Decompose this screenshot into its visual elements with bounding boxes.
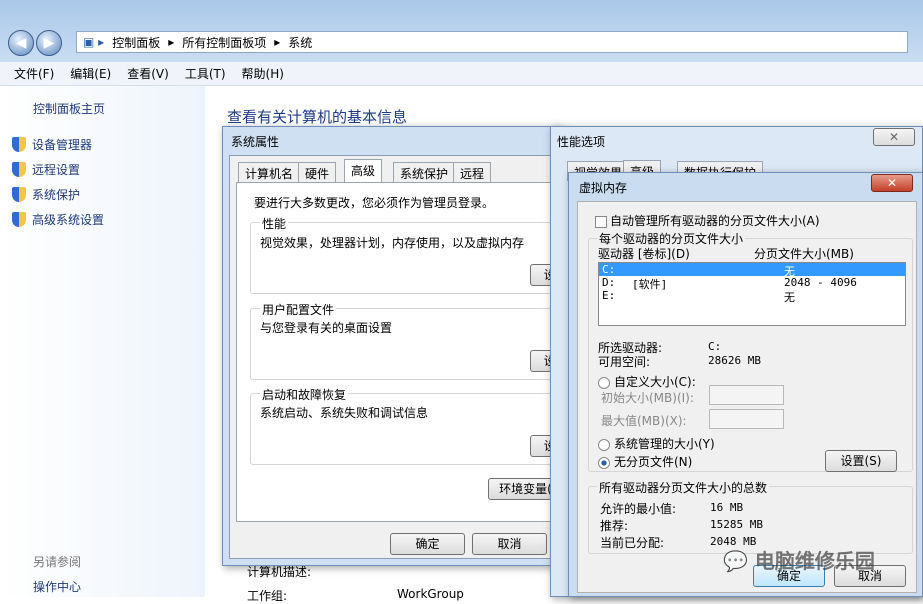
checkbox-label: 自动管理所有驱动器的分页文件大小(A) xyxy=(610,214,820,228)
sidebar-item-advanced[interactable]: 高级系统设置 xyxy=(12,211,104,228)
breadcrumb-item[interactable]: 控制面板 xyxy=(112,34,160,51)
drive-row[interactable]: D:[软件]2048 - 4096 xyxy=(599,276,905,289)
performance-group xyxy=(250,222,555,294)
ok-button[interactable]: 确定 xyxy=(390,533,465,555)
max-size-label: 最大值(MB)(X): xyxy=(601,412,687,429)
tab-advanced[interactable]: 高级 xyxy=(344,159,382,183)
see-also-label: 另请参阅 xyxy=(33,553,81,570)
radio-label: 自定义大小(C): xyxy=(614,375,696,389)
custom-size-radio[interactable]: 自定义大小(C): xyxy=(598,373,696,390)
dialog-title: 系统属性 xyxy=(231,133,279,150)
shield-icon xyxy=(12,162,26,177)
max-size-input[interactable] xyxy=(709,409,784,429)
drive-size: 2048 - 4096 xyxy=(784,276,857,289)
admin-note: 要进行大多数更改，您必须作为管理员登录。 xyxy=(254,194,494,211)
sidebar-home[interactable]: 控制面板主页 xyxy=(33,100,105,117)
performance-desc: 视觉效果，处理器计划，内存使用，以及虚拟内存 xyxy=(260,234,524,251)
sidebar-item-protection[interactable]: 系统保护 xyxy=(12,186,80,203)
close-button[interactable]: ✕ xyxy=(873,128,915,146)
drive-letter: D: xyxy=(602,276,615,289)
startup-desc: 系统启动、系统失败和调试信息 xyxy=(260,404,428,421)
initial-size-label: 初始大小(MB)(I): xyxy=(601,389,694,406)
wechat-icon: 💬 xyxy=(723,549,748,573)
breadcrumb-item[interactable]: 系统 xyxy=(288,34,312,51)
initial-size-input[interactable] xyxy=(709,385,784,405)
profile-desc: 与您登录有关的桌面设置 xyxy=(260,319,392,336)
watermark: 💬 电脑维修乐园 xyxy=(723,545,875,574)
back-button[interactable]: ◀ xyxy=(8,30,34,56)
shield-icon xyxy=(12,187,26,202)
radio-label: 系统管理的大小(Y) xyxy=(614,437,715,451)
computer-icon: ▣ ▸ xyxy=(83,35,104,49)
close-button[interactable]: ✕ xyxy=(871,174,913,192)
set-button[interactable]: 设置(S) xyxy=(825,450,897,472)
dialog-title: 性能选项 xyxy=(557,133,605,150)
startup-title: 启动和故障恢复 xyxy=(260,386,348,403)
no-paging-radio[interactable]: 无分页文件(N) xyxy=(598,453,692,470)
totals-title: 所有驱动器分页文件大小的总数 xyxy=(597,479,769,496)
menu-bar: 文件(F) 编辑(E) 查看(V) 工具(T) 帮助(H) xyxy=(0,62,923,86)
drive-letter: C: xyxy=(602,263,615,276)
sidebar-item-label: 设备管理器 xyxy=(32,136,92,153)
sidebar-item-label: 高级系统设置 xyxy=(32,211,104,228)
performance-title: 性能 xyxy=(260,215,288,232)
menu-view[interactable]: 查看(V) xyxy=(127,65,169,82)
profile-title: 用户配置文件 xyxy=(260,301,336,318)
drive-row[interactable]: C:无 xyxy=(599,263,905,276)
free-space-value: 28626 MB xyxy=(708,354,761,367)
sidebar-item-label: 系统保护 xyxy=(32,186,80,203)
radio-icon xyxy=(598,377,610,389)
radio-icon xyxy=(598,439,610,451)
tab-system-protection[interactable]: 系统保护 xyxy=(393,162,455,182)
system-managed-radio[interactable]: 系统管理的大小(Y) xyxy=(598,435,715,452)
drive-row[interactable]: E: 无 xyxy=(599,289,905,302)
drive-size: 无 xyxy=(784,289,795,305)
workgroup-label: 工作组: xyxy=(247,587,287,604)
cancel-button[interactable]: 取消 xyxy=(472,533,547,555)
breadcrumb-sep: ▸ xyxy=(168,35,174,49)
shield-icon xyxy=(12,212,26,227)
breadcrumb-sep: ▸ xyxy=(274,35,280,49)
menu-help[interactable]: 帮助(H) xyxy=(242,65,284,82)
drive-list[interactable]: C:无 D:[软件]2048 - 4096 E: 无 xyxy=(598,262,906,326)
column-drive: 驱动器 [卷标](D) xyxy=(598,245,690,262)
free-space-label: 可用空间: xyxy=(598,353,650,370)
dialog-title: 虚拟内存 xyxy=(579,179,627,196)
tab-hardware[interactable]: 硬件 xyxy=(298,162,336,182)
sidebar-item-label: 远程设置 xyxy=(32,161,80,178)
radio-icon xyxy=(598,457,610,469)
forward-button[interactable]: ▶ xyxy=(36,30,62,56)
sidebar-item-remote[interactable]: 远程设置 xyxy=(12,161,80,178)
shield-icon xyxy=(12,137,26,152)
watermark-text: 电脑维修乐园 xyxy=(755,549,875,573)
auto-manage-checkbox[interactable]: 自动管理所有驱动器的分页文件大小(A) xyxy=(595,212,820,229)
recommended-label: 推荐: xyxy=(600,517,628,534)
menu-file[interactable]: 文件(F) xyxy=(14,65,54,82)
recommended-value: 15285 MB xyxy=(710,518,763,531)
address-bar[interactable]: ▣ ▸ 控制面板 ▸ 所有控制面板项 ▸ 系统 xyxy=(76,31,908,53)
menu-tools[interactable]: 工具(T) xyxy=(185,65,226,82)
tab-computer-name[interactable]: 计算机名 xyxy=(238,162,300,182)
current-label: 当前已分配: xyxy=(600,534,664,551)
min-label: 允许的最小值: xyxy=(600,500,676,517)
workgroup-value: WorkGroup xyxy=(397,587,464,601)
sidebar-item-device-manager[interactable]: 设备管理器 xyxy=(12,136,92,153)
column-size: 分页文件大小(MB) xyxy=(754,245,854,262)
action-center-link[interactable]: 操作中心 xyxy=(33,578,81,595)
min-value: 16 MB xyxy=(710,501,743,514)
tab-remote[interactable]: 远程 xyxy=(453,162,491,182)
drive-letter: E: xyxy=(602,289,615,302)
page-title: 查看有关计算机的基本信息 xyxy=(227,106,407,127)
radio-label: 无分页文件(N) xyxy=(614,455,692,469)
selected-drive-value: C: xyxy=(708,340,721,353)
menu-edit[interactable]: 编辑(E) xyxy=(70,65,111,82)
checkbox-box xyxy=(595,216,607,228)
breadcrumb-item[interactable]: 所有控制面板项 xyxy=(182,34,266,51)
